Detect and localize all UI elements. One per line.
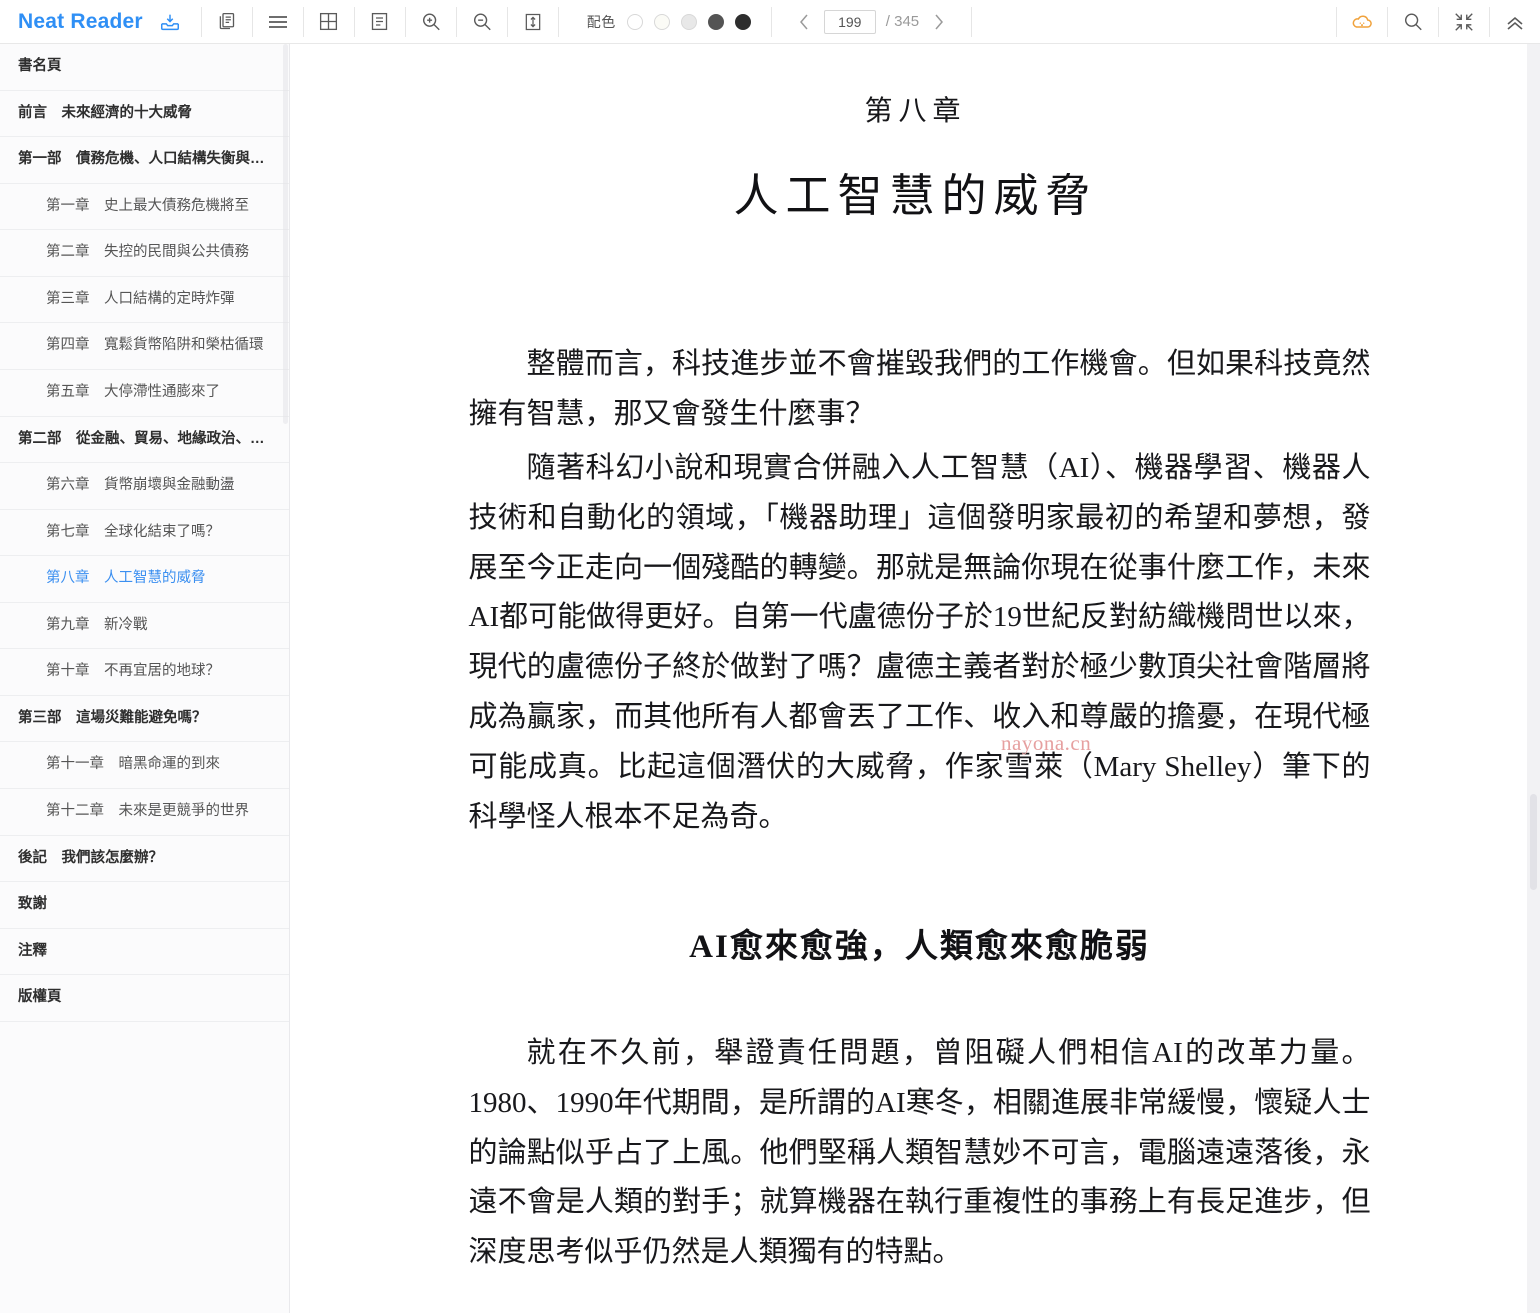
chapter-number: 第八章 xyxy=(864,96,967,127)
reader-scrollbar-thumb[interactable] xyxy=(1530,794,1537,890)
sidebar-item-3[interactable]: 第一章 史上最大債務危機將至 xyxy=(0,184,289,231)
section-heading: AI愈來愈強，人類愈來愈脆弱 xyxy=(689,928,1150,965)
sidebar-item-12[interactable]: 第九章 新冷戰 xyxy=(0,603,289,650)
sidebar-scrollbar-thumb[interactable] xyxy=(283,44,288,424)
sidebar-item-7[interactable]: 第五章 大停滯性通膨來了 xyxy=(0,370,289,417)
color-swatch-2[interactable] xyxy=(680,13,697,30)
sidebar-item-2[interactable]: 第一部 債務危機、人口結構失衡與政… xyxy=(0,137,289,184)
line-height-icon[interactable] xyxy=(508,0,558,44)
sidebar-item-15[interactable]: 第十一章 暗黑命運的到來 xyxy=(0,742,289,789)
paragraph-3: 就在不久前，舉證責任問題，曾阻礙人們相信AI的改革力量。1980、1990年代期… xyxy=(468,1036,1371,1269)
page-navigation: / 345 xyxy=(772,0,971,44)
paragraph-1: 整體而言，科技進步並不會摧毀我們的工作機會。但如果科技竟然擁有智慧，那又會發生什… xyxy=(468,348,1371,430)
color-swatch-1[interactable] xyxy=(653,13,670,30)
page-number-input[interactable] xyxy=(823,9,876,34)
page-total-label: / 345 xyxy=(885,13,920,30)
zoom-in-icon[interactable] xyxy=(406,0,456,44)
zoom-out-icon[interactable] xyxy=(457,0,507,44)
menu-icon[interactable] xyxy=(253,0,303,44)
sidebar-item-16[interactable]: 第十二章 未來是更競爭的世界 xyxy=(0,789,289,836)
color-scheme-label: 配色 xyxy=(586,13,616,30)
sidebar-item-8[interactable]: 第二部 從金融、貿易、地緣政治、科… xyxy=(0,417,289,464)
sidebar-item-17[interactable]: 後記 我們該怎麼辦？ xyxy=(0,836,289,883)
next-page-button[interactable] xyxy=(929,10,949,34)
sidebar-item-1[interactable]: 前言 未來經濟的十大威脅 xyxy=(0,91,289,138)
reader-pane[interactable]: 第八章 人工智慧的威脅 整體而言，科技進步並不會摧毀我們的工作機會。但如果科技竟… xyxy=(291,44,1540,1313)
sidebar-item-5[interactable]: 第三章 人口結構的定時炸彈 xyxy=(0,277,289,324)
sidebar-item-18[interactable]: 致謝 xyxy=(0,882,289,929)
top-toolbar: Neat Reader 配色 199 / 345 xyxy=(0,0,1540,44)
brand-area: Neat Reader xyxy=(0,0,201,44)
reader-scrollbar-track[interactable] xyxy=(1527,44,1540,1313)
sidebar-item-14[interactable]: 第三部 這場災難能避免嗎？ xyxy=(0,696,289,743)
paragraph-2: 隨著科幻小說和現實合併融入人工智慧（AI）、機器學習、機器人技術和自動化的領域，… xyxy=(468,451,1371,833)
sidebar-item-20[interactable]: 版權頁 xyxy=(0,975,289,1022)
prev-page-button[interactable] xyxy=(794,10,814,34)
fullscreen-exit-icon[interactable] xyxy=(1439,0,1489,44)
sidebar-item-11[interactable]: 第八章 人工智慧的威脅 xyxy=(0,556,289,603)
sidebar-item-9[interactable]: 第六章 貨幣崩壞與金融動盪 xyxy=(0,463,289,510)
grid-layout-icon[interactable] xyxy=(304,0,354,44)
sidebar-item-6[interactable]: 第四章 寬鬆貨幣陷阱和榮枯循環 xyxy=(0,323,289,370)
page-title: 人工智慧的威脅 xyxy=(733,171,1098,221)
collapse-toolbar-icon[interactable] xyxy=(1490,0,1540,44)
copy-icon[interactable] xyxy=(202,0,252,44)
color-swatch-0[interactable] xyxy=(626,13,643,30)
cloud-sync-icon[interactable] xyxy=(1337,0,1387,44)
save-to-shelf-icon[interactable] xyxy=(155,0,185,44)
sidebar-item-10[interactable]: 第七章 全球化結束了嗎？ xyxy=(0,510,289,557)
notes-icon[interactable] xyxy=(355,0,405,44)
color-swatch-3[interactable] xyxy=(707,13,724,30)
body-text: 整體而言，科技進步並不會摧毀我們的工作機會。但如果科技竟然擁有智慧，那又會發生什… xyxy=(461,340,1371,1278)
color-swatch-4[interactable] xyxy=(734,13,751,30)
sidebar-item-13[interactable]: 第十章 不再宜居的地球？ xyxy=(0,649,289,696)
search-icon[interactable] xyxy=(1388,0,1438,44)
sidebar-item-0[interactable]: 書名頁 xyxy=(0,44,289,91)
app-title: Neat Reader xyxy=(18,9,143,33)
book-page: 第八章 人工智慧的威脅 整體而言，科技進步並不會摧毀我們的工作機會。但如果科技竟… xyxy=(291,89,1540,1278)
sidebar-item-19[interactable]: 注釋 xyxy=(0,929,289,976)
toc-sidebar[interactable]: 書名頁 前言 未來經濟的十大威脅 第一部 債務危機、人口結構失衡與政… 第一章 史上最… xyxy=(0,44,290,1313)
sidebar-item-4[interactable]: 第二章 失控的民間與公共債務 xyxy=(0,230,289,277)
color-scheme-control: 配色 xyxy=(559,0,771,44)
toc-list: 書名頁 前言 未來經濟的十大威脅 第一部 債務危機、人口結構失衡與政… 第一章 史上最… xyxy=(0,44,289,1022)
